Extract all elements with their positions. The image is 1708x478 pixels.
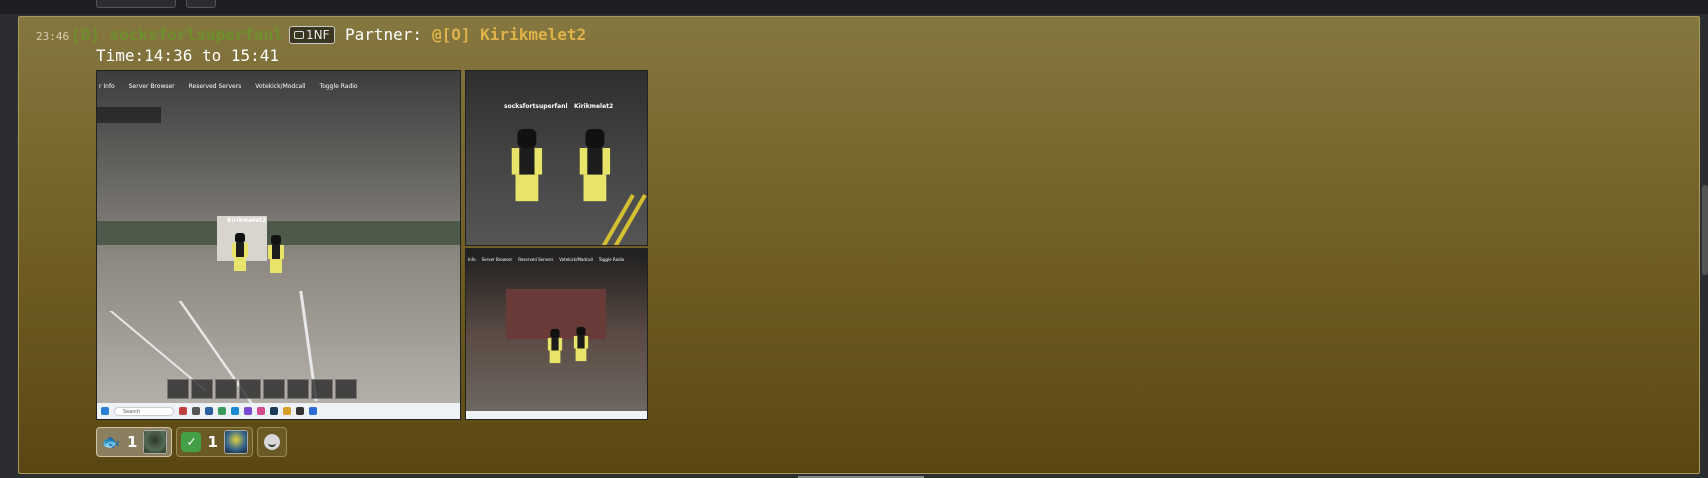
message-timestamp: 23:46 xyxy=(36,30,70,43)
reactor-avatar xyxy=(223,430,248,454)
reactor-avatar xyxy=(143,430,168,454)
menu-item: r Info xyxy=(99,83,115,90)
app-icon xyxy=(179,407,187,415)
player-character xyxy=(574,129,616,202)
role-tag[interactable]: 1NF xyxy=(289,26,335,44)
menu-item: Votekick/Modcall xyxy=(559,257,593,262)
player-nametag: Kirikmelet2 xyxy=(574,103,614,110)
role-tag-label: 1NF xyxy=(306,28,330,42)
game-menu-bar: r Info Server Browser Reserved Servers V… xyxy=(97,83,358,90)
toolbar-button[interactable] xyxy=(186,0,216,8)
reaction-check[interactable]: ✓ 1 xyxy=(176,427,253,457)
player-character xyxy=(229,233,251,271)
windows-start-icon xyxy=(101,407,109,415)
app-icon xyxy=(205,407,213,415)
reaction-fish[interactable]: 🐟 1 xyxy=(96,427,173,457)
smiley-icon xyxy=(263,434,280,450)
app-icon xyxy=(244,407,252,415)
player-character xyxy=(506,129,548,202)
author-name[interactable]: [D] socksforlsuperfanl xyxy=(71,25,283,44)
menu-item: Info xyxy=(468,257,476,262)
menu-item: Server Browser xyxy=(481,257,513,262)
player-character xyxy=(571,326,591,362)
scrollbar[interactable] xyxy=(1702,185,1708,275)
windows-taskbar xyxy=(466,411,647,419)
taskbar-search: Search xyxy=(114,406,174,416)
fish-icon: 🐟 xyxy=(101,433,121,451)
toolbar-button[interactable] xyxy=(96,0,176,8)
player-nametag: socksfortsuperfanl xyxy=(504,103,568,110)
app-icon xyxy=(257,407,265,415)
windows-taskbar: Search xyxy=(97,403,460,419)
partner-mention[interactable]: @[O] Kirikmelet2 xyxy=(432,25,586,44)
player-character xyxy=(265,235,287,273)
message-container: 23:46 [D] socksforlsuperfanl 1NF Partner… xyxy=(18,16,1700,474)
time-range: Time:14:36 to 15:41 xyxy=(96,46,280,65)
app-icon xyxy=(283,407,291,415)
screenshot-attachment-2[interactable]: socksfortsuperfanl Kirikmelet2 xyxy=(465,70,648,246)
menu-item: Server Browser xyxy=(128,83,175,90)
partner-label: Partner: xyxy=(345,25,423,44)
app-icon xyxy=(270,407,278,415)
app-icon xyxy=(309,407,317,415)
app-icon xyxy=(218,407,226,415)
app-icon xyxy=(192,407,200,415)
menu-item: Reserved Servers xyxy=(188,83,242,90)
player-nametag: Kirikmelet2 xyxy=(227,217,267,224)
player-character xyxy=(545,328,565,364)
menu-item: Toggle Radio xyxy=(598,257,625,262)
menu-item: Votekick/Modcall xyxy=(255,83,306,90)
reactions-bar: 🐟 1 ✓ 1 xyxy=(96,427,287,457)
menu-item: Toggle Radio xyxy=(319,83,358,90)
add-reaction-button[interactable] xyxy=(256,427,287,457)
screenshot-attachment-3[interactable]: Info Server Browser Reserved Servers Vot… xyxy=(465,248,648,420)
hotbar xyxy=(167,379,357,399)
top-toolbar xyxy=(0,0,1708,14)
chat-box xyxy=(97,107,161,123)
screenshot-attachment-1[interactable]: r Info Server Browser Reserved Servers V… xyxy=(96,70,461,420)
app-icon xyxy=(296,407,304,415)
game-menu-bar: Info Server Browser Reserved Servers Vot… xyxy=(466,257,624,262)
reaction-count: 1 xyxy=(207,433,218,451)
app-icon xyxy=(231,407,239,415)
camera-icon xyxy=(294,31,304,39)
check-icon: ✓ xyxy=(181,432,202,452)
menu-item: Reserved Servers xyxy=(518,257,554,262)
reaction-count: 1 xyxy=(127,433,138,451)
